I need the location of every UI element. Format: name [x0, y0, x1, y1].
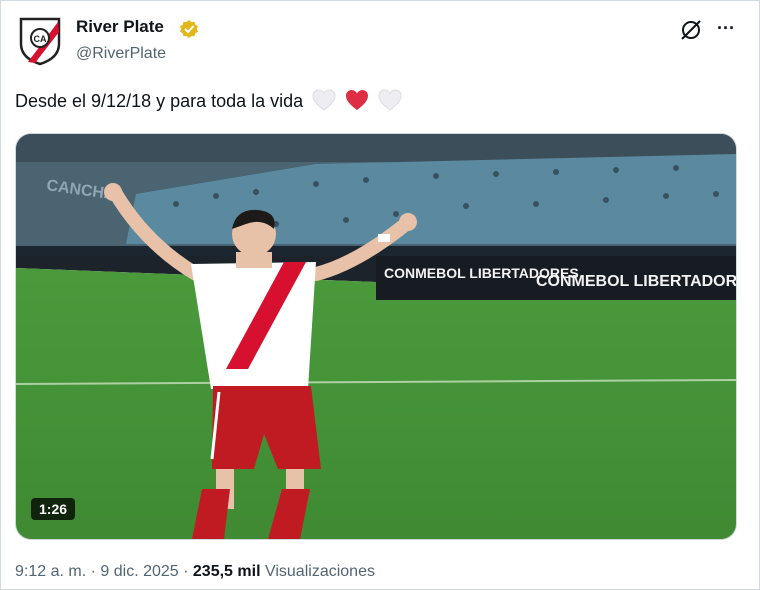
- grok-icon: [681, 20, 701, 40]
- red-heart-icon: [345, 89, 369, 116]
- tweet-body: Desde el 9/12/18 y para toda la vida: [15, 91, 304, 111]
- white-heart-icon: [378, 89, 402, 116]
- video-duration-badge: 1:26: [31, 498, 76, 520]
- avatar[interactable]: CA: [18, 16, 62, 66]
- grok-button[interactable]: [678, 17, 704, 43]
- display-name[interactable]: River Plate: [76, 17, 164, 37]
- tweet-time[interactable]: 9:12 a. m.: [15, 563, 86, 580]
- views-label: Visualizaciones: [264, 563, 375, 580]
- tweet-date[interactable]: 9 dic. 2025: [100, 563, 178, 580]
- tweet-metadata: 9:12 a. m. · 9 dic. 2025 · 235,5 mil Vis…: [15, 563, 375, 581]
- ad-board-right: CONMEBOL LIBERTADORES: [536, 273, 736, 290]
- svg-text:CA: CA: [34, 34, 47, 44]
- video-thumbnail: CANCHA CONMEBOL LIBERTADORES CONMEBOL LI…: [16, 134, 736, 539]
- white-heart-icon: [312, 89, 336, 116]
- meta-separator: ·: [90, 563, 96, 580]
- more-dots-icon: ···: [717, 18, 735, 38]
- video-player[interactable]: CANCHA CONMEBOL LIBERTADORES CONMEBOL LI…: [15, 133, 737, 540]
- views-count: 235,5 mil: [192, 563, 261, 580]
- river-plate-crest-icon: CA: [19, 17, 61, 66]
- more-options-button[interactable]: ···: [713, 17, 739, 43]
- meta-separator: ·: [183, 563, 189, 580]
- verified-badge-icon: [179, 19, 199, 39]
- account-handle[interactable]: @RiverPlate: [76, 45, 166, 63]
- tweet-text: Desde el 9/12/18 y para toda la vida: [15, 89, 402, 116]
